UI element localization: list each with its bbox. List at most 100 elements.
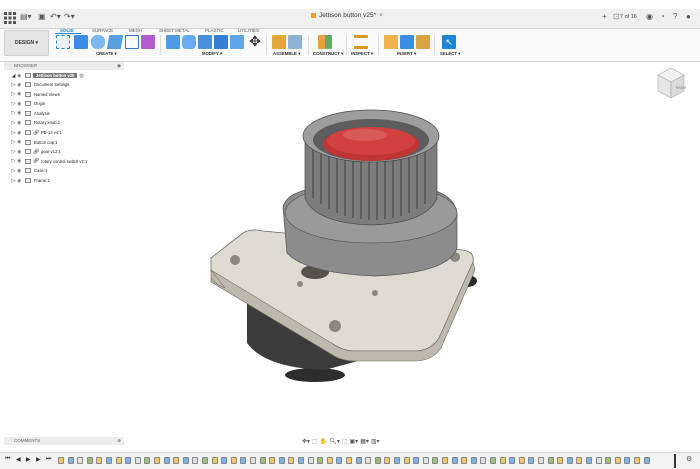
insert-mesh-icon[interactable] bbox=[416, 35, 430, 49]
timeline-feature-icon[interactable] bbox=[499, 457, 506, 464]
visibility-eye-icon[interactable]: ◉ bbox=[17, 158, 25, 164]
insert-derive-icon[interactable] bbox=[384, 35, 398, 49]
expand-icon[interactable]: ▷ bbox=[10, 120, 17, 126]
save-icon[interactable]: ▣ bbox=[38, 12, 46, 21]
timeline-feature-icon[interactable] bbox=[125, 457, 132, 464]
expand-icon[interactable]: ▷ bbox=[10, 130, 17, 136]
browser-item[interactable]: ▷ ◉ Origin bbox=[10, 99, 46, 108]
select-icon[interactable]: ↖ bbox=[442, 35, 456, 49]
new-sketch-icon[interactable] bbox=[56, 35, 70, 49]
document-tab[interactable]: Jettison button v25* × bbox=[311, 12, 383, 19]
visibility-eye-icon[interactable]: ◉ bbox=[17, 73, 25, 79]
timeline-feature-icon[interactable] bbox=[96, 457, 103, 464]
joint-icon[interactable] bbox=[288, 35, 302, 49]
undo-icon[interactable]: ↶▾ bbox=[50, 12, 61, 21]
move-icon[interactable]: ✥ bbox=[248, 34, 262, 49]
zoom-icon[interactable]: 🔍︎▾ bbox=[329, 438, 340, 445]
view-cube[interactable]: RIGHT bbox=[656, 66, 686, 100]
timeline-feature-icon[interactable] bbox=[163, 457, 170, 464]
timeline-feature-icon[interactable] bbox=[58, 457, 64, 464]
group-inspect[interactable]: INSPECT ▾ bbox=[351, 51, 373, 57]
timeline-feature-icon[interactable] bbox=[586, 457, 592, 464]
visibility-eye-icon[interactable]: ◉ bbox=[17, 120, 25, 126]
model-viewport-render[interactable] bbox=[205, 98, 487, 388]
timeline-feature-icon[interactable] bbox=[278, 457, 285, 464]
timeline-feature-icon[interactable] bbox=[326, 457, 333, 464]
pin-icon[interactable]: ◉ bbox=[117, 62, 121, 70]
visibility-eye-icon[interactable]: ◉ bbox=[17, 178, 25, 184]
timeline-feature-icon[interactable] bbox=[67, 457, 74, 464]
timeline-feature-icon[interactable] bbox=[250, 457, 256, 464]
browser-item[interactable]: ▷ ◉ 🔗︎ gear v12:1 bbox=[10, 147, 62, 156]
account-icon[interactable]: ● bbox=[686, 12, 691, 21]
visibility-eye-icon[interactable]: ◉ bbox=[17, 168, 25, 174]
timeline-feature-icon[interactable] bbox=[509, 457, 516, 464]
timeline-feature-icon[interactable] bbox=[173, 457, 180, 464]
timeline-feature-icon[interactable] bbox=[240, 457, 247, 464]
orbit-icon[interactable]: ✥▾ bbox=[302, 438, 310, 445]
timeline-feature-icon[interactable] bbox=[154, 457, 160, 464]
notifications-icon[interactable]: ◔ bbox=[660, 12, 665, 21]
new-tab-icon[interactable]: + bbox=[602, 12, 607, 21]
timeline-feature-icon[interactable] bbox=[394, 457, 400, 464]
timeline-feature-icon[interactable] bbox=[346, 457, 352, 464]
timeline-feature-icon[interactable] bbox=[211, 457, 218, 464]
form-icon[interactable] bbox=[141, 35, 155, 49]
timeline-feature-icon[interactable] bbox=[490, 457, 496, 464]
timeline-feature-icon[interactable] bbox=[538, 457, 544, 464]
timeline-feature-icon[interactable] bbox=[115, 457, 122, 464]
fit-icon[interactable]: ⬚ bbox=[342, 438, 348, 445]
expand-icon[interactable]: ▷ bbox=[10, 178, 17, 184]
timeline-feature-icon[interactable] bbox=[403, 457, 410, 464]
timeline-feature-icon[interactable] bbox=[374, 457, 381, 464]
collapse-icon[interactable]: ◢ bbox=[10, 73, 17, 79]
shell-icon[interactable] bbox=[214, 35, 228, 49]
timeline-feature-icon[interactable] bbox=[557, 457, 564, 464]
timeline-feature-icon[interactable] bbox=[182, 457, 189, 464]
expand-icon[interactable]: ▷ bbox=[10, 168, 17, 174]
help-menu-icon[interactable]: ? bbox=[673, 12, 677, 21]
new-component-icon[interactable] bbox=[272, 35, 286, 49]
timeline-feature-icon[interactable] bbox=[336, 457, 343, 464]
expand-icon[interactable]: ▷ bbox=[10, 158, 17, 164]
insert-image-icon[interactable] bbox=[400, 35, 414, 49]
tab-sheet-metal[interactable]: SHEET METAL bbox=[159, 28, 190, 33]
fillet-icon[interactable] bbox=[182, 35, 196, 49]
group-construct[interactable]: CONSTRUCT ▾ bbox=[313, 51, 343, 57]
browser-item[interactable]: ▷ ◉ Rotary knob:1 bbox=[10, 118, 61, 127]
file-menu-icon[interactable]: ▤▾ bbox=[20, 12, 32, 21]
browser-item[interactable]: ▷ ◉ Button cap:1 bbox=[10, 138, 59, 147]
timeline-feature-icon[interactable] bbox=[595, 457, 602, 464]
loft-icon[interactable] bbox=[125, 35, 139, 49]
browser-item[interactable]: ▷ ◉ Analysis bbox=[10, 109, 51, 118]
sweep-icon[interactable] bbox=[106, 35, 124, 49]
timeline-feature-icon[interactable] bbox=[442, 457, 448, 464]
group-select[interactable]: SELECT ▾ bbox=[440, 51, 460, 57]
close-tab-icon[interactable]: × bbox=[379, 12, 383, 19]
timeline-feature-icon[interactable] bbox=[192, 457, 199, 464]
expand-icon[interactable]: ▷ bbox=[10, 82, 17, 88]
timeline-feature-icon[interactable] bbox=[413, 457, 420, 464]
pan-icon[interactable]: ✋ bbox=[320, 438, 327, 445]
help-icon[interactable]: ◉ bbox=[646, 12, 653, 21]
timeline-feature-icon[interactable] bbox=[432, 457, 439, 464]
tab-mesh[interactable]: MESH bbox=[129, 28, 142, 33]
expand-icon[interactable]: ▷ bbox=[10, 91, 17, 97]
first-step-icon[interactable]: ⏮ bbox=[5, 456, 10, 463]
timeline-feature-icon[interactable] bbox=[202, 457, 208, 464]
group-assemble[interactable]: ASSEMBLE ▾ bbox=[273, 51, 300, 57]
browser-panel-header[interactable]: BROWSER ◉ bbox=[4, 62, 124, 70]
tab-plastic[interactable]: PLASTIC bbox=[205, 28, 224, 33]
timeline-feature-icon[interactable] bbox=[528, 457, 535, 464]
timeline-feature-icon[interactable] bbox=[470, 457, 477, 464]
timeline-feature-icon[interactable] bbox=[355, 457, 362, 464]
timeline-feature-icon[interactable] bbox=[566, 457, 573, 464]
timeline-feature-icon[interactable] bbox=[221, 457, 228, 464]
expand-icon[interactable]: ▷ bbox=[10, 149, 17, 155]
timeline-feature-icon[interactable] bbox=[134, 457, 141, 464]
timeline-feature-icon[interactable] bbox=[259, 457, 266, 464]
timeline-feature-icon[interactable] bbox=[86, 457, 93, 464]
add-comment-icon[interactable]: ⊕ bbox=[117, 437, 121, 445]
expand-icon[interactable]: ▷ bbox=[10, 139, 17, 145]
workspace-switcher[interactable]: DESIGN ▾ bbox=[4, 30, 49, 56]
